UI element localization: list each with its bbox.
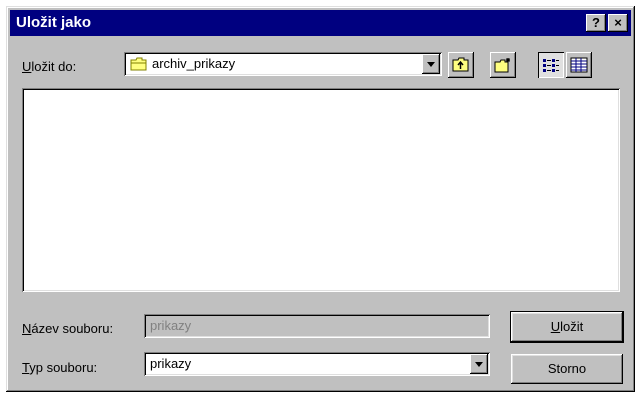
file-name-label: Název souboru:	[22, 321, 114, 336]
details-view-button[interactable]	[566, 52, 592, 78]
current-folder-name: archiv_prikazy	[152, 56, 236, 71]
up-one-level-icon	[452, 57, 470, 76]
cancel-button[interactable]: Storno	[511, 354, 623, 384]
chevron-down-icon[interactable]	[422, 54, 440, 74]
help-button[interactable]: ?	[586, 14, 606, 32]
save-as-dialog: Uložit jako ? × Uložit do: archiv_prikaz…	[6, 6, 635, 392]
title-bar: Uložit jako ? ×	[10, 10, 631, 36]
file-type-value: prikazy	[150, 356, 192, 371]
list-view-icon	[542, 57, 560, 76]
file-name-input[interactable]: prikazy	[144, 314, 490, 338]
save-in-label: Uložit do:	[22, 59, 77, 74]
dialog-title: Uložit jako	[16, 14, 92, 31]
file-type-dropdown[interactable]: prikazy	[144, 352, 490, 376]
save-button[interactable]: Uložit	[511, 312, 623, 342]
close-button[interactable]: ×	[608, 14, 628, 32]
details-view-icon	[570, 57, 588, 76]
chevron-down-icon[interactable]	[470, 354, 488, 374]
file-type-label: Typ souboru:	[22, 360, 98, 375]
new-folder-button[interactable]	[490, 52, 516, 78]
folder-icon	[130, 57, 148, 71]
save-in-dropdown[interactable]: archiv_prikazy	[124, 52, 442, 76]
new-folder-icon	[494, 57, 512, 76]
file-list[interactable]	[22, 88, 620, 292]
file-name-value: prikazy	[150, 318, 192, 333]
up-one-level-button[interactable]	[448, 52, 474, 78]
list-view-button[interactable]	[538, 52, 564, 78]
